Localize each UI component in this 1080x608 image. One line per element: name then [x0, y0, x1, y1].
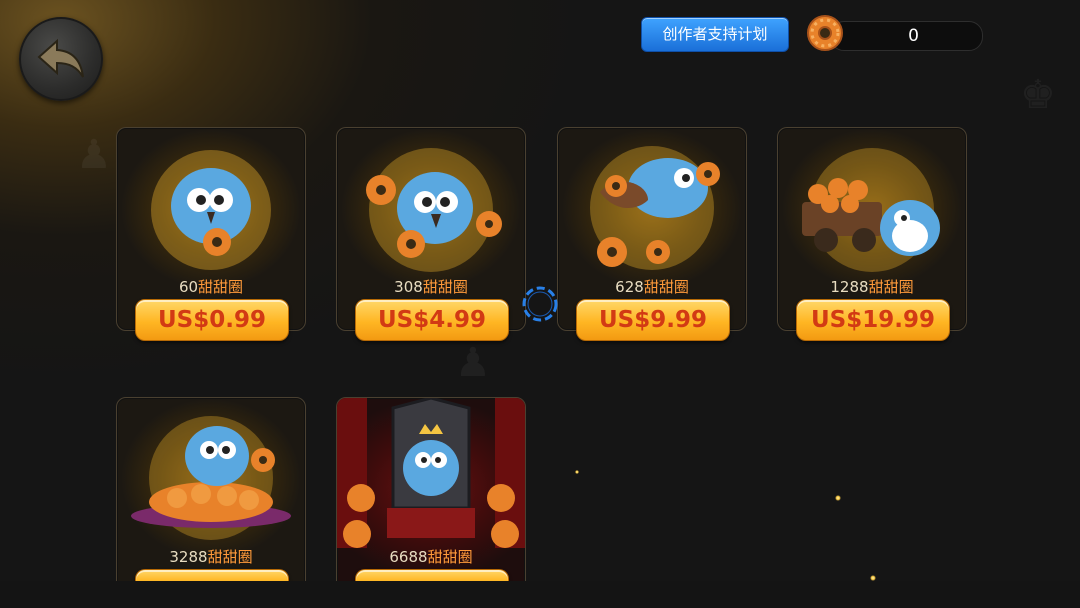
chess-king-decoration: ♚ — [1020, 72, 1056, 118]
item-amount: 628甜甜圈 — [615, 278, 689, 296]
donut-icon — [807, 15, 843, 51]
item-amount: 60甜甜圈 — [178, 278, 244, 296]
creator-support-button[interactable]: 创作者支持计划 — [641, 17, 789, 52]
currency-display: 0 — [830, 21, 983, 51]
chess-pawn-decoration: ♟ — [455, 340, 491, 386]
back-button[interactable] — [19, 17, 103, 101]
price-button[interactable]: US$0.99 — [135, 299, 289, 341]
bird-king-on-throne-illustration — [337, 398, 525, 548]
chess-pawn-decoration: ♟ — [76, 132, 112, 178]
item-amount: 308甜甜圈 — [394, 278, 468, 296]
price-button[interactable]: US$19.99 — [796, 299, 950, 341]
loading-spinner-icon — [522, 286, 558, 322]
sparkle-decoration — [835, 495, 841, 501]
item-amount: 3288甜甜圈 — [169, 548, 253, 566]
item-amount: 6688甜甜圈 — [389, 548, 473, 566]
bird-with-donut-cart-illustration — [802, 148, 940, 272]
item-amount: 1288甜甜圈 — [830, 278, 914, 296]
price-button[interactable]: US$9.99 — [576, 299, 730, 341]
bird-with-donut-bag-illustration — [590, 146, 720, 270]
sparkle-decoration — [575, 470, 579, 474]
bird-holding-donut-illustration — [151, 150, 271, 270]
back-arrow-icon — [37, 38, 84, 78]
bird-with-donuts-illustration — [366, 148, 502, 272]
bird-on-donut-pile-illustration — [131, 416, 291, 540]
bottom-edge — [0, 581, 1080, 608]
currency-value: 0 — [908, 26, 919, 46]
price-button[interactable]: US$4.99 — [355, 299, 509, 341]
